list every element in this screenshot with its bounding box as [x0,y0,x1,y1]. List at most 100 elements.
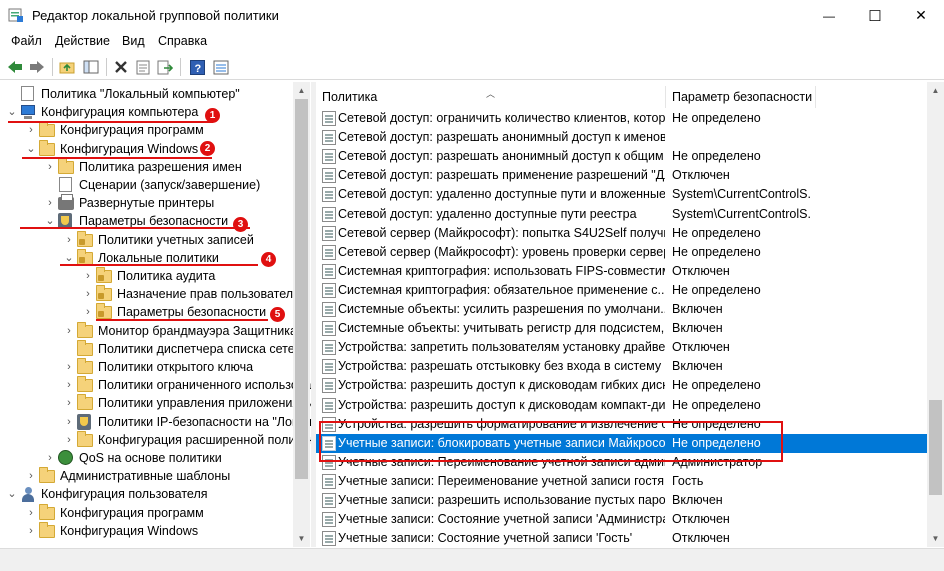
scroll-down-icon[interactable]: ▼ [927,530,944,547]
collapse-chevron-icon[interactable]: › [44,449,56,467]
list-scrollbar[interactable]: ▲ ▼ [927,82,944,547]
expand-chevron-icon[interactable]: ⌄ [25,140,37,158]
collapse-chevron-icon[interactable]: › [44,194,56,212]
list-item[interactable]: Устройства: разрешать отстыковку без вхо… [316,357,944,376]
list-item[interactable]: Сетевой доступ: удаленно доступные пути … [316,205,944,224]
tree-scroll-thumb[interactable] [295,99,308,479]
list-item[interactable]: Системная криптография: обязательное при… [316,281,944,300]
expand-chevron-icon[interactable]: ⌄ [6,103,18,121]
tree-item[interactable]: › Конфигурация программ [0,503,293,522]
tree-item[interactable]: › Монитор брандмауэра Защитника [0,321,297,340]
tree-item[interactable]: › Политики IP-безопасности на "Локальный … [0,413,311,431]
tree-item[interactable]: › Конфигурация Windows [0,521,293,540]
menu-view[interactable]: Вид [122,34,145,48]
policy-name: Устройства: запретить пользователям уста… [338,340,665,355]
view-icon[interactable] [212,58,230,76]
collapse-chevron-icon[interactable] [6,85,18,103]
maximize-button[interactable]: ☐ [852,0,898,31]
window-title: Редактор локальной групповой политики [32,8,279,23]
tree-item[interactable]: › Политики учетных записей [0,230,293,249]
scroll-up-icon[interactable]: ▲ [927,82,944,99]
collapse-chevron-icon[interactable]: › [25,121,37,139]
tree-item[interactable]: Политики диспетчера списка сетей [0,339,302,358]
collapse-chevron-icon[interactable]: › [63,413,75,431]
list-item[interactable]: Устройства: разрешить доступ к дисковода… [316,396,944,415]
tree-item[interactable]: › Политики ограниченного использования [0,376,311,394]
column-header-policy[interactable]: Политика ︿ [316,86,666,108]
tree-item[interactable]: › Назначение прав пользователя [0,285,300,303]
tree-item[interactable]: › QoS на основе политики [0,449,293,467]
menu-file[interactable]: Файл [11,34,42,48]
collapse-chevron-icon[interactable] [44,176,56,194]
scroll-up-icon[interactable]: ▲ [293,82,310,99]
tree-item[interactable]: › Политика аудита [0,267,293,285]
collapse-chevron-icon[interactable]: › [44,158,56,176]
list-item[interactable]: Сетевой доступ: удаленно доступные пути … [316,185,944,204]
list-item[interactable]: Учетные записи: разрешить использование … [316,491,944,510]
list-item[interactable]: Сетевой доступ: разрешать анонимный дост… [316,147,944,166]
tree-item[interactable]: Политика "Локальный компьютер" [0,85,293,103]
list-item[interactable]: Сетевой доступ: разрешать анонимный дост… [316,128,944,147]
list-scroll-thumb[interactable] [929,400,942,495]
policy-name: Сетевой доступ: ограничить количество кл… [338,111,665,125]
export-icon[interactable] [156,58,174,76]
close-button[interactable]: ✕ [898,0,944,31]
tree-item[interactable]: ⌄ Конфигурация Windows [0,139,293,158]
collapse-chevron-icon[interactable]: › [82,303,94,321]
tree-item[interactable]: › Политики открытого ключа [0,358,293,376]
tree-item[interactable]: ⌄ Конфигурация компьютера [0,103,293,121]
list-item[interactable]: Сетевой сервер (Майкрософт): попытка S4U… [316,224,944,243]
list-item[interactable]: Сетевой сервер (Майкрософт): уровень про… [316,243,944,262]
list-item[interactable]: Учетные записи: Состояние учетной записи… [316,529,944,547]
menu-help[interactable]: Справка [158,34,207,48]
menu-action[interactable]: Действие [55,34,110,48]
list-item[interactable]: Устройства: разрешить доступ к дисковода… [316,376,944,395]
tree-item[interactable]: › Административные шаблоны [0,467,293,485]
tree-item[interactable]: › Политика разрешения имен [0,157,293,176]
list-item[interactable]: Устройства: запретить пользователям уста… [316,338,944,357]
back-icon[interactable] [6,58,24,76]
column-header-security-setting[interactable]: Параметр безопасности [666,86,816,108]
scroll-down-icon[interactable]: ▼ [293,530,310,547]
collapse-chevron-icon[interactable]: › [25,467,37,485]
list-item[interactable]: Сетевой доступ: ограничить количество кл… [316,109,944,128]
security-setting-value: Включен [672,493,723,507]
list-item[interactable]: Системная криптография: использовать FIP… [316,262,944,281]
delete-icon[interactable] [112,58,130,76]
policy-name: Системная криптография: обязательное при… [338,282,665,297]
collapse-chevron-icon[interactable]: › [63,431,75,449]
minimize-button[interactable]: — [806,0,852,31]
collapse-chevron-icon[interactable]: › [25,504,37,522]
collapse-chevron-icon[interactable]: › [63,231,75,249]
security-setting-value: Не определено [672,397,761,412]
tree-item[interactable]: ⌄ Конфигурация пользователя [0,485,293,503]
collapse-chevron-icon[interactable]: › [63,376,75,394]
tree-item-label: Политика "Локальный компьютер" [41,87,240,101]
expand-chevron-icon[interactable]: ⌄ [6,485,18,503]
tree-scrollbar[interactable]: ▲ ▼ [293,82,310,547]
policy-name: Сетевой сервер (Майкрософт): попытка S4U… [338,225,665,240]
collapse-chevron-icon[interactable]: › [63,394,75,412]
collapse-chevron-icon[interactable]: › [25,522,37,540]
tree-item-label: QoS на основе политики [79,451,222,465]
list-item[interactable]: Системные объекты: учитывать регистр для… [316,319,944,338]
collapse-chevron-icon[interactable] [63,340,75,358]
list-item[interactable]: Учетные записи: Состояние учетной записи… [316,510,944,529]
tree-item[interactable]: › Развернутые принтеры [0,194,293,212]
collapse-chevron-icon[interactable]: › [82,267,94,285]
list-item[interactable]: Сетевой доступ: разрешать применение раз… [316,166,944,185]
list-item[interactable]: Системные объекты: усилить разрешения по… [316,300,944,319]
collapse-chevron-icon[interactable]: › [63,358,75,376]
up-folder-icon[interactable] [58,58,76,76]
list-item[interactable]: Учетные записи: Переименование учетной з… [316,472,944,491]
tree-item[interactable]: › Политики управления приложениями [0,394,311,412]
forward-icon[interactable] [28,58,46,76]
collapse-chevron-icon[interactable]: › [82,285,94,303]
tree-item[interactable]: › Конфигурация расширенной политики аудит… [0,430,311,449]
tree-item[interactable]: › Конфигурация программ [0,121,293,139]
help-icon[interactable]: ? [188,58,206,76]
show-tree-icon[interactable] [82,58,100,76]
collapse-chevron-icon[interactable]: › [63,322,75,340]
tree-item[interactable]: Сценарии (запуск/завершение) [0,176,293,194]
properties-icon[interactable] [134,58,152,76]
